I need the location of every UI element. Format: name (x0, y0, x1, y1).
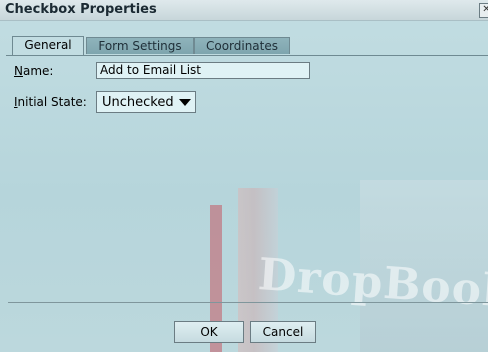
name-label-accelerator: N (14, 64, 23, 78)
name-label-text: ame: (22, 64, 54, 78)
chevron-down-icon (179, 99, 191, 106)
initial-state-label: Initial State: (14, 95, 87, 109)
checkbox-properties-dialog: DropBook Checkbox Properties ✕ General F… (0, 0, 488, 352)
cancel-button[interactable]: Cancel (250, 321, 316, 343)
tab-form-settings[interactable]: Form Settings (86, 37, 194, 54)
window-title: Checkbox Properties (5, 2, 157, 17)
ok-button[interactable]: OK (174, 321, 244, 343)
footer-divider (8, 302, 488, 303)
close-icon[interactable]: ✕ (479, 3, 488, 18)
tab-coordinates[interactable]: Coordinates (194, 37, 290, 54)
name-label: Name: (14, 64, 53, 78)
title-bar: Checkbox Properties ✕ (0, 0, 488, 21)
tab-general[interactable]: General (12, 36, 84, 55)
name-input[interactable]: Add to Email List (96, 62, 310, 79)
initial-state-label-text: nitial State: (17, 95, 87, 109)
initial-state-value: Unchecked (102, 95, 174, 110)
initial-state-dropdown[interactable]: Unchecked (96, 91, 196, 113)
tab-divider (6, 55, 488, 56)
